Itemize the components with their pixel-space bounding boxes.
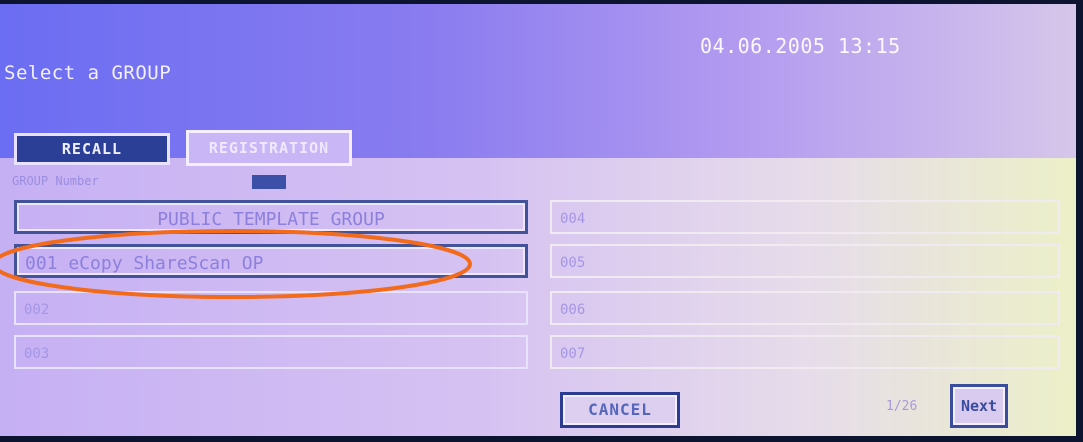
page-indicator: 1/26	[886, 399, 918, 414]
group-button-002[interactable]: 002	[14, 291, 528, 325]
group-button-004[interactable]: 004	[550, 200, 1060, 234]
tab-registration[interactable]: REGISTRATION	[186, 130, 352, 166]
group-button-001[interactable]: 001 eCopy ShareScan OP	[14, 244, 528, 278]
page-title: Select a GROUP	[4, 62, 172, 84]
cancel-button[interactable]: CANCEL	[560, 392, 680, 428]
next-button[interactable]: Next	[950, 384, 1008, 428]
group-button-007[interactable]: 007	[550, 335, 1060, 369]
datetime-display: 04.06.2005 13:15	[700, 34, 901, 58]
tab-recall[interactable]: RECALL	[14, 133, 170, 165]
touch-panel-screen: Select a GROUP 04.06.2005 13:15 RECALL R…	[0, 4, 1076, 436]
group-number-field[interactable]	[252, 175, 286, 189]
group-button-006[interactable]: 006	[550, 291, 1060, 325]
group-button-003[interactable]: 003	[14, 335, 528, 369]
group-button-public-template[interactable]: PUBLIC TEMPLATE GROUP	[14, 200, 528, 234]
group-number-label: GROUP Number	[12, 174, 99, 188]
group-button-005[interactable]: 005	[550, 244, 1060, 278]
